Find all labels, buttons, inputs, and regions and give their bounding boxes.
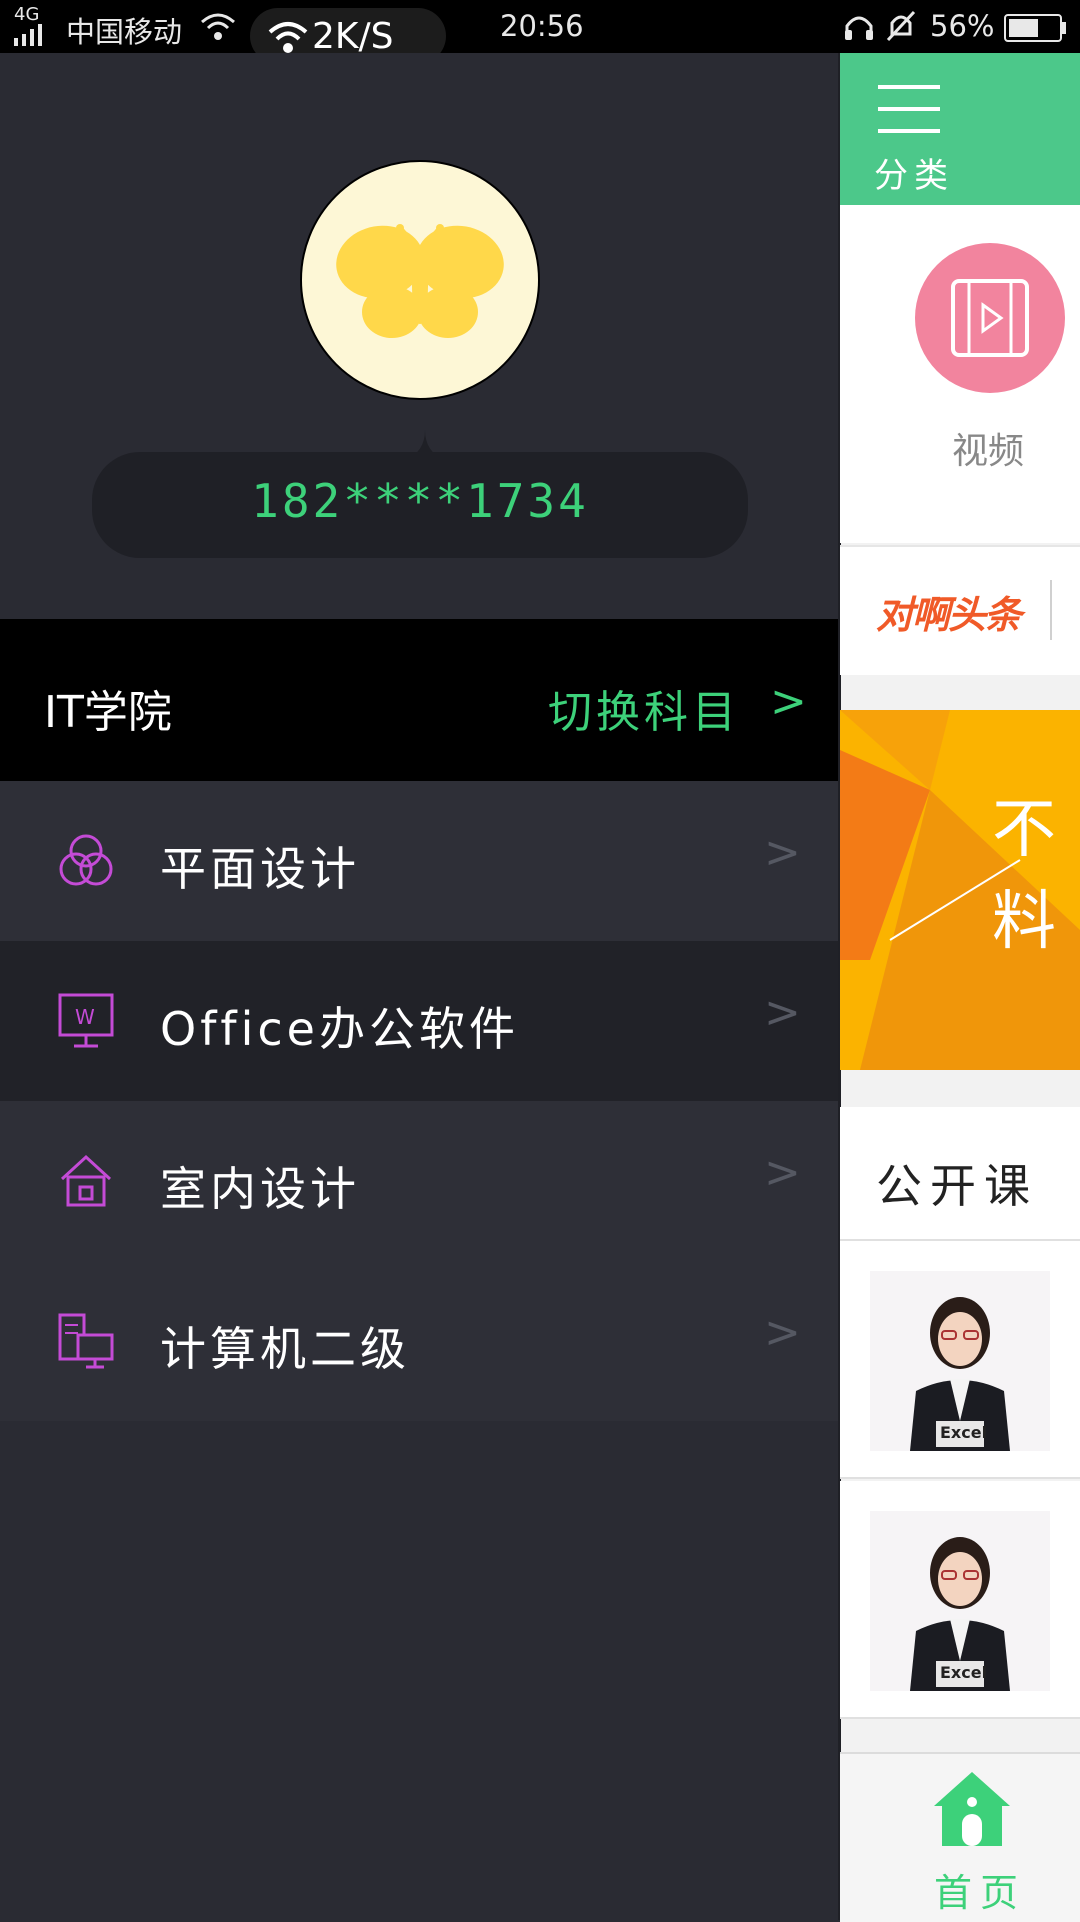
menu-item-label: 室内设计 xyxy=(160,1162,360,1216)
video-label: 视频 xyxy=(952,431,1025,472)
headphones-icon xyxy=(845,16,873,40)
course-thumbnail: Excel xyxy=(870,1271,1050,1451)
menu-item-graphic-design[interactable]: 平面设计 > xyxy=(0,781,838,941)
circles-icon xyxy=(59,834,113,886)
course-card[interactable]: Excel xyxy=(840,1241,1080,1479)
category-label: 分类 xyxy=(874,156,954,196)
chevron-right-icon: > xyxy=(764,827,801,878)
home-icon[interactable] xyxy=(934,1772,1010,1846)
menu-item-interior-design[interactable]: 室内设计 > xyxy=(0,1101,838,1261)
menu-item-computer-level-two[interactable]: 计算机二级 > xyxy=(0,1261,838,1421)
course-thumbnail: Excel xyxy=(870,1511,1050,1691)
switch-subject-button[interactable]: 切换科目 xyxy=(548,676,740,740)
menu-item-office[interactable]: W Office办公软件 > xyxy=(0,941,838,1101)
svg-text:W: W xyxy=(75,1005,95,1029)
open-course-label: 公开课 xyxy=(876,1159,1038,1213)
house-icon xyxy=(60,1154,112,1207)
course-badge: Excel xyxy=(940,1423,988,1442)
status-bar: 4G 中国移动 2K/S 20:56 56% xyxy=(0,0,1080,64)
film-icon xyxy=(951,279,1029,357)
menu-icon xyxy=(878,85,940,133)
college-name: IT学院 xyxy=(44,687,172,738)
chevron-right-icon: > xyxy=(764,1307,801,1358)
banner-text: 不料 xyxy=(992,793,1056,959)
avatar[interactable] xyxy=(300,160,540,400)
chevron-right-icon: > xyxy=(764,987,801,1038)
chevron-right-icon: > xyxy=(770,676,807,727)
course-badge: Excel xyxy=(940,1663,988,1682)
battery-tip xyxy=(1062,22,1066,34)
battery-percent: 56% xyxy=(930,9,995,43)
chevron-right-icon: > xyxy=(764,1147,801,1198)
computer-icon xyxy=(58,1313,114,1369)
wifi-icon xyxy=(201,13,235,40)
divider xyxy=(1050,580,1052,640)
course-card[interactable]: Excel xyxy=(840,1481,1080,1719)
monitor-w-icon: W xyxy=(58,993,114,1048)
tab-home-label[interactable]: 首页 xyxy=(934,1862,1026,1917)
net-speed: 2K/S xyxy=(312,16,394,57)
menu-item-label: 平面设计 xyxy=(160,842,360,896)
news-logo: 对啊头条 xyxy=(876,593,1022,637)
wifi-icon xyxy=(268,22,308,53)
clock: 20:56 xyxy=(500,9,584,43)
battery-icon xyxy=(1004,14,1062,42)
phone-number: 182****1734 xyxy=(251,474,589,528)
network-type: 4G xyxy=(14,4,40,25)
carrier-label: 中国移动 xyxy=(66,15,183,49)
butterfly-icon xyxy=(336,224,504,338)
signal-icon xyxy=(14,24,42,46)
video-button[interactable] xyxy=(915,243,1065,393)
muted-bell-icon xyxy=(886,10,916,42)
menu-item-label: 计算机二级 xyxy=(160,1322,410,1376)
menu-item-label: Office办公软件 xyxy=(160,1002,519,1056)
